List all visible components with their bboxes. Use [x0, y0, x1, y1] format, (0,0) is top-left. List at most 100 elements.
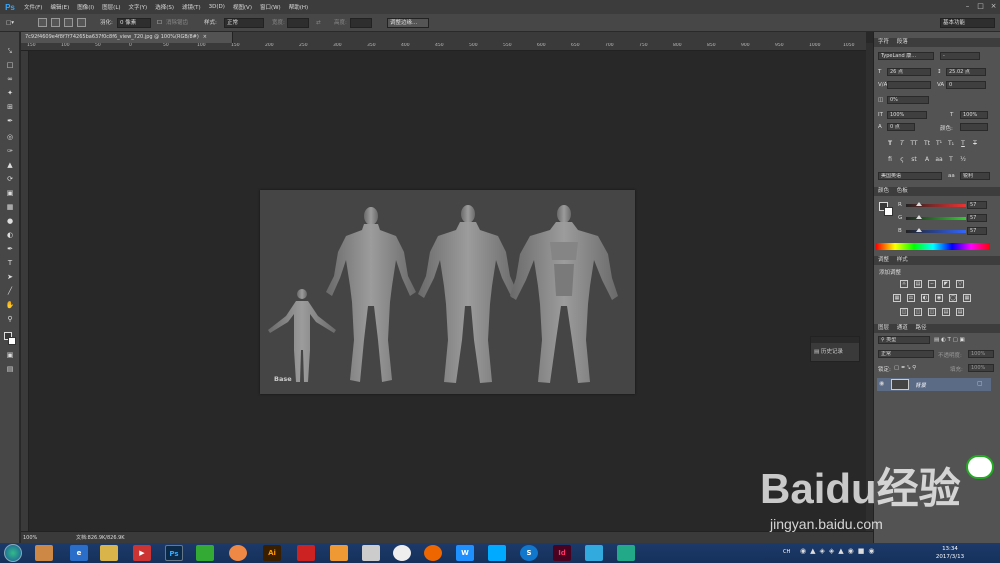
channel-g-input[interactable]: 57 [967, 214, 987, 222]
menu-edit[interactable]: 编辑(E) [46, 3, 73, 11]
brush-tool-icon[interactable]: ✑ [4, 146, 16, 157]
black-white-icon[interactable]: ◐ [921, 294, 929, 302]
channel-b-input[interactable]: 57 [967, 227, 987, 235]
menu-filter[interactable]: 滤镜(T) [178, 3, 205, 11]
baseline-input[interactable]: 0 点 [887, 123, 915, 131]
tab-styles[interactable]: 样式 [897, 257, 908, 263]
channel-g-slider[interactable] [906, 215, 966, 220]
superscript-icon[interactable]: T¹ [935, 140, 943, 148]
history-brush-icon[interactable]: ⟳ [4, 174, 16, 185]
threshold-icon[interactable]: ◫ [928, 308, 936, 316]
line-tool-icon[interactable]: ╱ [4, 286, 16, 297]
horizontal-scale-input[interactable]: 100% [960, 111, 988, 119]
levels-icon[interactable]: ▤ [914, 280, 922, 288]
folder-icon[interactable] [100, 545, 118, 561]
ordinal-icon[interactable]: T [947, 156, 955, 164]
swap-icon[interactable]: ⇄ [316, 18, 321, 28]
tab-paragraph[interactable]: 段落 [897, 39, 908, 45]
contextual-alt-icon[interactable]: ς [898, 156, 906, 164]
antialias-select[interactable]: 锐利 [960, 172, 990, 180]
media-player-icon[interactable]: ▶ [133, 545, 151, 561]
s-app-icon[interactable]: S [520, 545, 538, 561]
feather-input[interactable]: 0 像素 [117, 18, 151, 28]
invert-icon[interactable]: ◫ [900, 308, 908, 316]
tab-swatches[interactable]: 色板 [897, 188, 908, 194]
photoshop-task-icon[interactable]: Ps [165, 545, 183, 561]
crop-tool-icon[interactable]: ⊞ [4, 102, 16, 113]
color-lookup-icon[interactable]: ▦ [963, 294, 971, 302]
system-clock[interactable]: 13:34 2017/3/13 [930, 545, 970, 561]
package-icon[interactable] [330, 545, 348, 561]
menu-help[interactable]: 帮助(H) [285, 3, 312, 11]
hue-saturation-icon[interactable]: ▦ [893, 294, 901, 302]
brightness-icon[interactable]: ☼ [900, 280, 908, 288]
tab-layers[interactable]: 图层 [878, 325, 889, 331]
tracking-input[interactable]: 0 [946, 81, 986, 89]
channel-b-slider[interactable] [906, 228, 966, 233]
font-style-select[interactable]: - [940, 52, 980, 60]
font-family-select[interactable]: TypeLand 康... [878, 52, 934, 60]
close-tab-icon[interactable]: × [203, 34, 207, 40]
text-color-swatch[interactable] [960, 123, 988, 131]
vertical-scale-input[interactable]: 100% [887, 111, 927, 119]
lock-icons[interactable]: ▢ ✒ ⤥ ⚲ [894, 365, 916, 372]
intersect-selection-icon[interactable] [77, 18, 86, 27]
font-size-input[interactable]: 26 点 [887, 68, 931, 76]
background-color-swatch[interactable] [8, 337, 16, 345]
chrome-icon[interactable] [393, 545, 411, 561]
path-select-icon[interactable]: ➤ [4, 272, 16, 283]
tab-character[interactable]: 字符 [878, 39, 889, 45]
wifi-icon[interactable] [966, 455, 994, 479]
firefox-icon[interactable] [424, 545, 442, 561]
subtract-selection-icon[interactable] [64, 18, 73, 27]
leading-input[interactable]: 25.02 点 [946, 68, 986, 76]
opacity-input[interactable]: 100% [968, 350, 994, 358]
titling-icon[interactable]: aa [935, 156, 943, 164]
minimize-icon[interactable]: – [963, 2, 972, 10]
photo-filter-icon[interactable]: ◉ [935, 294, 943, 302]
channel-mixer-icon[interactable]: ◯ [949, 294, 957, 302]
menu-window[interactable]: 窗口(W) [256, 3, 285, 11]
subscript-icon[interactable]: T₁ [947, 140, 955, 148]
add-selection-icon[interactable] [51, 18, 60, 27]
media-app-icon[interactable] [35, 545, 53, 561]
fraction-icon[interactable]: ½ [959, 156, 967, 164]
document-tab[interactable]: 7c92f4609e4f8f7f74265ba637f0c8f6_view_72… [21, 32, 233, 43]
blur-tool-icon[interactable]: ● [4, 216, 16, 227]
vibrance-icon[interactable]: ▽ [956, 280, 964, 288]
channel-r-slider[interactable] [906, 202, 966, 207]
slider-thumb[interactable] [916, 228, 923, 232]
marquee-tool-icon[interactable]: □ [4, 60, 16, 71]
height-input[interactable] [350, 18, 372, 28]
selective-color-icon[interactable]: ▤ [956, 308, 964, 316]
ie-icon[interactable]: e [70, 545, 88, 561]
layer-filter-select[interactable]: ⚲ 类型 [878, 336, 930, 344]
width-input[interactable] [287, 18, 309, 28]
wps-icon[interactable]: W [456, 545, 474, 561]
green-app-icon[interactable] [196, 545, 214, 561]
visibility-eye-icon[interactable]: ◉ [879, 380, 884, 387]
exposure-icon[interactable]: ◤ [942, 280, 950, 288]
color-background-swatch[interactable] [884, 207, 893, 216]
faux-italic-icon[interactable]: T [898, 140, 906, 148]
menu-select[interactable]: 选择(S) [151, 3, 178, 11]
menu-3d[interactable]: 3D(D) [205, 4, 229, 10]
refine-edge-button[interactable]: 调整边缘... [387, 18, 429, 28]
swash-icon[interactable]: st [910, 156, 918, 164]
new-selection-icon[interactable] [38, 18, 47, 27]
menu-file[interactable]: 文件(F) [20, 3, 46, 11]
screen-mode-icon[interactable]: ▤ [4, 364, 16, 375]
type-tool-icon[interactable]: T [4, 258, 16, 269]
all-caps-icon[interactable]: TT [910, 140, 918, 148]
eraser-tool-icon[interactable]: ▣ [4, 188, 16, 199]
move-tool-icon[interactable]: ⤥ [4, 46, 16, 57]
bird-app-icon[interactable] [488, 545, 506, 561]
stylistic-icon[interactable]: A [923, 156, 931, 164]
twitter-app-icon[interactable] [585, 545, 603, 561]
tab-paths[interactable]: 路径 [916, 325, 927, 331]
faux-bold-icon[interactable]: T [886, 140, 894, 148]
tab-adjustments[interactable]: 调整 [878, 257, 889, 263]
language-select[interactable]: 美国英语 [878, 172, 942, 180]
menu-type[interactable]: 文字(Y) [125, 3, 152, 11]
antialias-checkbox[interactable]: ☐ [157, 18, 162, 28]
